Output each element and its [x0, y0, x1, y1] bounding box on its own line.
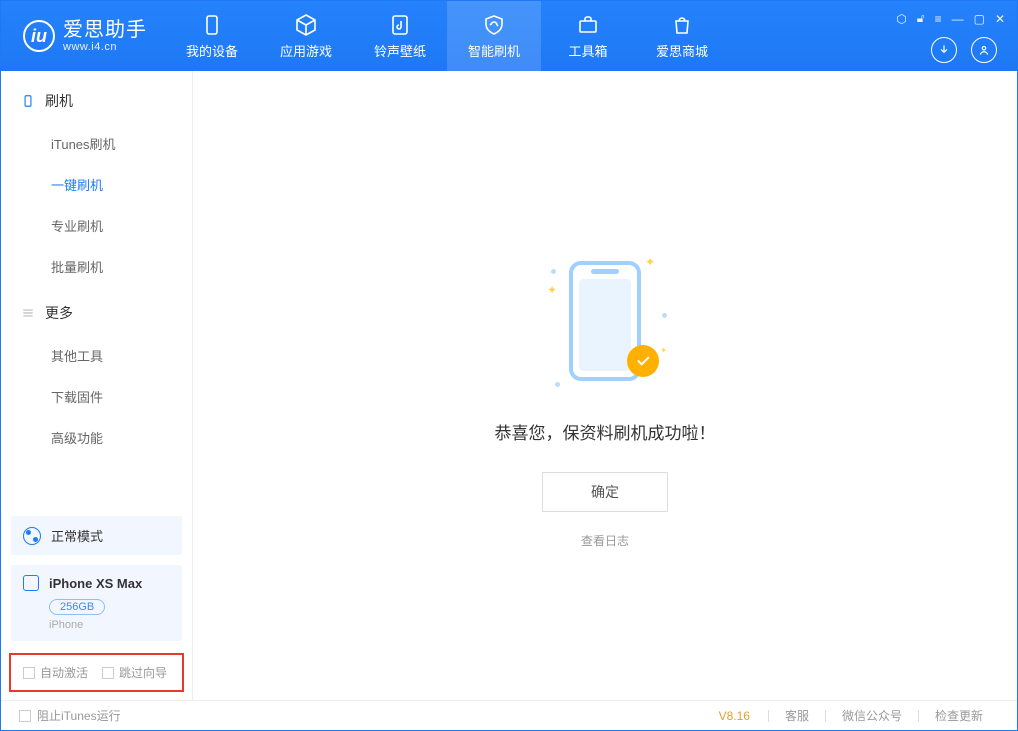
sidebar-item-download-firmware[interactable]: 下载固件 — [1, 376, 192, 417]
app-title: 爱思助手 — [63, 20, 147, 40]
checkbox-icon — [23, 667, 35, 679]
list-icon — [21, 306, 35, 320]
link-support[interactable]: 客服 — [769, 707, 825, 724]
mode-icon — [23, 527, 41, 545]
app-subtitle: www.i4.cn — [63, 42, 147, 53]
section-title: 刷机 — [45, 91, 73, 111]
sidebar-item-batch-flash[interactable]: 批量刷机 — [1, 246, 192, 287]
mode-box[interactable]: 正常模式 — [11, 516, 182, 555]
checkbox-icon — [19, 710, 31, 722]
app-logo-icon: iu — [23, 20, 55, 52]
device-box[interactable]: iPhone XS Max 256GB iPhone — [11, 565, 182, 641]
footer-links: 客服 微信公众号 检查更新 — [768, 707, 999, 724]
device-capacity: 256GB — [49, 599, 105, 615]
success-illustration: ✦✦✦ — [555, 261, 655, 391]
tab-label: 应用游戏 — [280, 41, 332, 60]
menu-icon[interactable]: ≡ — [935, 12, 942, 26]
user-button[interactable] — [971, 37, 997, 63]
sidebar-item-itunes-flash[interactable]: iTunes刷机 — [1, 123, 192, 164]
app-body: 刷机 iTunes刷机 一键刷机 专业刷机 批量刷机 更多 其他工具 下载固件 … — [1, 71, 1017, 700]
success-message: 恭喜您，保资料刷机成功啦！ — [495, 419, 716, 444]
header-round-buttons — [931, 37, 997, 63]
mode-label: 正常模式 — [51, 526, 103, 545]
lock-icon[interactable]: 🔓︎ — [917, 11, 925, 26]
option-label: 跳过向导 — [119, 664, 167, 681]
version-label: V8.16 — [719, 709, 750, 723]
sidebar-section-more: 更多 其他工具 下载固件 高级功能 — [1, 295, 192, 466]
logo-area: iu 爱思助手 www.i4.cn — [1, 20, 165, 53]
main-content: ✦✦✦ 恭喜您，保资料刷机成功啦！ 确定 查看日志 — [193, 71, 1017, 700]
tab-toolbox[interactable]: 工具箱 — [541, 1, 635, 71]
sidebar-item-other-tools[interactable]: 其他工具 — [1, 335, 192, 376]
window-controls: ⬡ 🔓︎ ≡ — ▢ ✕ — [896, 11, 1005, 26]
device-name: iPhone XS Max — [49, 576, 142, 591]
shield-refresh-icon — [482, 13, 506, 37]
logo-text: 爱思助手 www.i4.cn — [63, 20, 147, 53]
sidebar: 刷机 iTunes刷机 一键刷机 专业刷机 批量刷机 更多 其他工具 下载固件 … — [1, 71, 193, 700]
device-type: iPhone — [49, 619, 170, 631]
cube-icon — [294, 13, 318, 37]
option-label: 自动激活 — [40, 664, 88, 681]
shirt-icon[interactable]: ⬡ — [896, 12, 906, 26]
tab-ringtone[interactable]: 铃声壁纸 — [353, 1, 447, 71]
sidebar-item-pro-flash[interactable]: 专业刷机 — [1, 205, 192, 246]
sidebar-item-oneclick-flash[interactable]: 一键刷机 — [1, 164, 192, 205]
tab-label: 铃声壁纸 — [374, 41, 426, 60]
tab-smart-flash[interactable]: 智能刷机 — [447, 1, 541, 71]
sidebar-section-flash: 刷机 iTunes刷机 一键刷机 专业刷机 批量刷机 — [1, 71, 192, 295]
download-button[interactable] — [931, 37, 957, 63]
music-file-icon — [388, 13, 412, 37]
checkbox-block-itunes[interactable]: 阻止iTunes运行 — [19, 707, 121, 724]
device-icon — [200, 13, 224, 37]
tab-my-device[interactable]: 我的设备 — [165, 1, 259, 71]
tab-label: 工具箱 — [568, 41, 607, 60]
checkbox-skip-guide[interactable]: 跳过向导 — [102, 664, 167, 681]
checkbox-icon — [102, 667, 114, 679]
link-wechat[interactable]: 微信公众号 — [826, 707, 918, 724]
sidebar-head-flash: 刷机 — [1, 91, 192, 111]
tab-label: 我的设备 — [186, 41, 238, 60]
section-title: 更多 — [45, 303, 73, 323]
block-itunes-label: 阻止iTunes运行 — [37, 707, 121, 724]
app-header: iu 爱思助手 www.i4.cn 我的设备 应用游戏 铃声壁纸 智能刷机 工具… — [1, 1, 1017, 71]
status-bar: 阻止iTunes运行 V8.16 客服 微信公众号 检查更新 — [1, 700, 1017, 730]
briefcase-icon — [576, 13, 600, 37]
sidebar-head-more: 更多 — [1, 303, 192, 323]
maximize-icon[interactable]: ▢ — [974, 12, 985, 26]
options-row: 自动激活 跳过向导 — [9, 653, 184, 692]
minimize-icon[interactable]: — — [952, 12, 964, 26]
confirm-button[interactable]: 确定 — [542, 472, 668, 512]
checkbox-auto-activate[interactable]: 自动激活 — [23, 664, 88, 681]
top-tabs: 我的设备 应用游戏 铃声壁纸 智能刷机 工具箱 爱思商城 — [165, 1, 729, 71]
phone-icon — [21, 94, 35, 108]
device-icon — [23, 575, 39, 591]
tab-label: 爱思商城 — [656, 41, 708, 60]
success-check-icon — [627, 345, 659, 377]
bag-icon — [670, 13, 694, 37]
close-icon[interactable]: ✕ — [995, 12, 1005, 26]
tab-apps[interactable]: 应用游戏 — [259, 1, 353, 71]
tab-store[interactable]: 爱思商城 — [635, 1, 729, 71]
sidebar-item-advanced[interactable]: 高级功能 — [1, 417, 192, 458]
tab-label: 智能刷机 — [468, 41, 520, 60]
view-log-link[interactable]: 查看日志 — [581, 532, 629, 549]
link-check-update[interactable]: 检查更新 — [919, 707, 999, 724]
